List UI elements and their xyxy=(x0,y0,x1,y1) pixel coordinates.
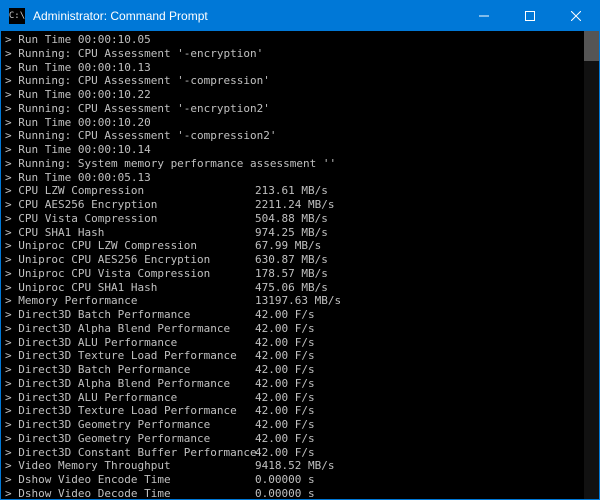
metric-line: > Dshow Video Encode Time0.00000 s xyxy=(5,473,595,487)
output-line: > Run Time 00:00:05.13 xyxy=(5,171,595,185)
metric-value: 974.25 MB/s xyxy=(255,226,328,240)
metric-value: 475.06 MB/s xyxy=(255,281,328,295)
metric-line: > CPU LZW Compression213.61 MB/s xyxy=(5,184,595,198)
metric-line: > Direct3D Alpha Blend Performance42.00 … xyxy=(5,322,595,336)
app-icon: C:\ xyxy=(9,8,25,24)
metric-value: 630.87 MB/s xyxy=(255,253,328,267)
metric-label: > Direct3D Constant Buffer Performance xyxy=(5,446,255,460)
close-icon xyxy=(571,11,581,21)
output-line: > Run Time 00:00:10.13 xyxy=(5,61,595,75)
metric-line: > Memory Performance13197.63 MB/s xyxy=(5,294,595,308)
metric-line: > Uniproc CPU AES256 Encryption630.87 MB… xyxy=(5,253,595,267)
metric-line: > Direct3D Constant Buffer Performance42… xyxy=(5,446,595,460)
metric-label: > Direct3D Geometry Performance xyxy=(5,432,255,446)
metric-line: > CPU SHA1 Hash974.25 MB/s xyxy=(5,226,595,240)
metric-value: 0.00000 s xyxy=(255,473,315,487)
metric-value: 42.00 F/s xyxy=(255,349,315,363)
metric-label: > Dshow Video Encode Time xyxy=(5,473,255,487)
metric-line: > Direct3D Batch Performance42.00 F/s xyxy=(5,363,595,377)
metric-value: 42.00 F/s xyxy=(255,446,315,460)
metric-line: > Uniproc CPU LZW Compression67.99 MB/s xyxy=(5,239,595,253)
metric-label: > Direct3D Texture Load Performance xyxy=(5,404,255,418)
scrollbar-track[interactable] xyxy=(584,31,599,499)
metric-value: 504.88 MB/s xyxy=(255,212,328,226)
metric-line: > Video Memory Throughput9418.52 MB/s xyxy=(5,459,595,473)
metric-line: > Uniproc CPU Vista Compression178.57 MB… xyxy=(5,267,595,281)
metric-label: > Direct3D Geometry Performance xyxy=(5,418,255,432)
metric-value: 42.00 F/s xyxy=(255,336,315,350)
window-title: Administrator: Command Prompt xyxy=(33,9,461,23)
metric-line: > Direct3D Alpha Blend Performance42.00 … xyxy=(5,377,595,391)
metric-label: > Dshow Video Decode Time xyxy=(5,487,255,499)
minimize-button[interactable] xyxy=(461,1,507,31)
metric-value: 42.00 F/s xyxy=(255,363,315,377)
output-line: > Run Time 00:00:10.14 xyxy=(5,143,595,157)
metric-label: > Direct3D Texture Load Performance xyxy=(5,349,255,363)
output-line: > Run Time 00:00:10.05 xyxy=(5,33,595,47)
metric-value: 42.00 F/s xyxy=(255,418,315,432)
metric-label: > Direct3D ALU Performance xyxy=(5,391,255,405)
metric-label: > CPU LZW Compression xyxy=(5,184,255,198)
metric-value: 0.00000 s xyxy=(255,487,315,499)
metric-line: > Direct3D Geometry Performance42.00 F/s xyxy=(5,418,595,432)
metric-line: > Direct3D Texture Load Performance42.00… xyxy=(5,404,595,418)
metric-label: > Direct3D Alpha Blend Performance xyxy=(5,322,255,336)
output-line: > Running: CPU Assessment '-compression2… xyxy=(5,129,595,143)
metric-label: > Memory Performance xyxy=(5,294,255,308)
metric-value: 42.00 F/s xyxy=(255,308,315,322)
output-line: > Running: CPU Assessment '-encryption2' xyxy=(5,102,595,116)
metric-value: 9418.52 MB/s xyxy=(255,459,334,473)
metric-label: > CPU SHA1 Hash xyxy=(5,226,255,240)
metric-line: > CPU Vista Compression504.88 MB/s xyxy=(5,212,595,226)
metric-label: > CPU Vista Compression xyxy=(5,212,255,226)
minimize-icon xyxy=(479,11,489,21)
metric-line: > Direct3D ALU Performance42.00 F/s xyxy=(5,391,595,405)
metric-label: > Uniproc CPU LZW Compression xyxy=(5,239,255,253)
metric-label: > Direct3D Batch Performance xyxy=(5,363,255,377)
metric-label: > Direct3D ALU Performance xyxy=(5,336,255,350)
metric-label: > Uniproc CPU AES256 Encryption xyxy=(5,253,255,267)
maximize-icon xyxy=(525,11,535,21)
close-button[interactable] xyxy=(553,1,599,31)
metric-line: > Direct3D ALU Performance42.00 F/s xyxy=(5,336,595,350)
scrollbar-thumb[interactable] xyxy=(584,31,599,61)
metric-label: > Uniproc CPU Vista Compression xyxy=(5,267,255,281)
metric-value: 42.00 F/s xyxy=(255,391,315,405)
metric-value: 178.57 MB/s xyxy=(255,267,328,281)
metric-value: 67.99 MB/s xyxy=(255,239,321,253)
output-line: > Run Time 00:00:10.20 xyxy=(5,116,595,130)
metric-value: 213.61 MB/s xyxy=(255,184,328,198)
metric-label: > Direct3D Alpha Blend Performance xyxy=(5,377,255,391)
metric-value: 42.00 F/s xyxy=(255,404,315,418)
metric-label: > CPU AES256 Encryption xyxy=(5,198,255,212)
metric-label: > Video Memory Throughput xyxy=(5,459,255,473)
output-line: > Running: CPU Assessment '-compression' xyxy=(5,74,595,88)
metric-line: > Direct3D Geometry Performance42.00 F/s xyxy=(5,432,595,446)
metric-value: 42.00 F/s xyxy=(255,377,315,391)
metric-value: 2211.24 MB/s xyxy=(255,198,334,212)
metric-value: 42.00 F/s xyxy=(255,322,315,336)
maximize-button[interactable] xyxy=(507,1,553,31)
metric-line: > CPU AES256 Encryption2211.24 MB/s xyxy=(5,198,595,212)
metric-line: > Direct3D Texture Load Performance42.00… xyxy=(5,349,595,363)
metric-label: > Uniproc CPU SHA1 Hash xyxy=(5,281,255,295)
metric-label: > Direct3D Batch Performance xyxy=(5,308,255,322)
metric-line: > Dshow Video Decode Time0.00000 s xyxy=(5,487,595,499)
metric-line: > Direct3D Batch Performance42.00 F/s xyxy=(5,308,595,322)
output-line: > Run Time 00:00:10.22 xyxy=(5,88,595,102)
terminal-output[interactable]: > Run Time 00:00:10.05> Running: CPU Ass… xyxy=(1,31,599,499)
output-line: > Running: CPU Assessment '-encryption' xyxy=(5,47,595,61)
window-controls xyxy=(461,1,599,31)
metric-line: > Uniproc CPU SHA1 Hash475.06 MB/s xyxy=(5,281,595,295)
metric-value: 13197.63 MB/s xyxy=(255,294,341,308)
window-titlebar[interactable]: C:\ Administrator: Command Prompt xyxy=(1,1,599,31)
output-line: > Running: System memory performance ass… xyxy=(5,157,595,171)
metric-value: 42.00 F/s xyxy=(255,432,315,446)
